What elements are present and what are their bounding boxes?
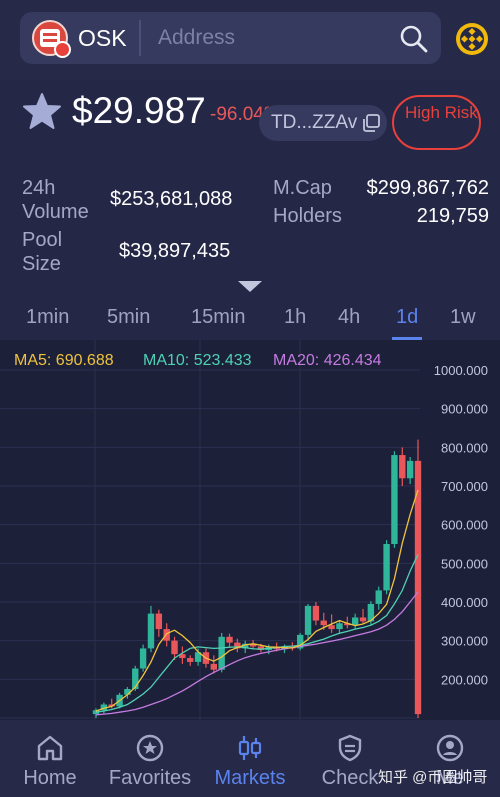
ma5-line	[95, 489, 419, 712]
y-tick-label: 300.000	[441, 634, 488, 649]
y-tick-label: 600.000	[441, 518, 488, 533]
copy-icon[interactable]	[361, 113, 381, 133]
candle-body	[139, 648, 147, 669]
y-tick-label: 1000.000	[434, 363, 488, 378]
holders-label: Holders	[273, 205, 342, 227]
address-input[interactable]	[158, 22, 378, 54]
ma10-line	[95, 554, 419, 713]
y-tick-label: 500.000	[441, 556, 488, 571]
candlestick-icon	[238, 736, 262, 760]
mcap-value: $299,867,762	[366, 177, 489, 199]
contract-address: TD...ZZAv	[271, 112, 358, 133]
candle-body	[187, 658, 194, 662]
candle-body	[163, 629, 170, 641]
candle-body	[218, 636, 225, 670]
candle-body	[359, 617, 367, 622]
candle-body	[304, 605, 312, 635]
candle-body	[155, 613, 163, 630]
tab-1w[interactable]: 1w	[450, 306, 476, 329]
candle-body	[399, 455, 406, 479]
candle-body	[383, 544, 390, 591]
header: OSK	[0, 0, 500, 80]
search-icon[interactable]	[399, 24, 429, 54]
nav-favorites[interactable]: Favorites	[100, 720, 200, 797]
tab-1d[interactable]: 1d	[396, 306, 418, 329]
candle-body	[336, 623, 343, 630]
y-tick-label: 200.000	[441, 672, 488, 687]
tab-1min[interactable]: 1min	[26, 306, 69, 329]
pool-size-label: Pool Size	[22, 229, 63, 275]
tab-5min[interactable]: 5min	[107, 306, 150, 329]
candle-body	[132, 668, 139, 689]
star-badge-icon	[136, 734, 164, 762]
volume-label: 24h Volume	[22, 177, 89, 223]
y-tick-label: 800.000	[441, 440, 488, 455]
contract-address-chip[interactable]: TD...ZZAv	[259, 105, 387, 141]
token-logo-icon[interactable]	[32, 20, 71, 58]
candle-body	[320, 620, 327, 626]
tab-4h[interactable]: 4h	[338, 306, 360, 329]
risk-badge[interactable]: High Risk	[392, 95, 481, 150]
y-tick-label: 900.000	[441, 402, 488, 417]
nav-markets[interactable]: Markets	[200, 720, 300, 797]
search-divider	[139, 20, 141, 56]
candle-body	[391, 455, 398, 544]
expand-caret-icon[interactable]	[238, 281, 262, 292]
candle-body	[406, 460, 414, 479]
chain-badge-icon	[54, 41, 71, 58]
token-symbol[interactable]: OSK	[78, 25, 127, 52]
tab-15min[interactable]: 15min	[191, 306, 245, 329]
watermark: 知乎 @币圈帅哥	[378, 769, 488, 786]
ma10-label: MA10: 523.433	[143, 352, 252, 369]
ma5-label: MA5: 690.688	[14, 352, 114, 369]
holders-value: 219,759	[416, 205, 489, 227]
home-icon	[37, 735, 63, 761]
y-tick-label: 400.000	[441, 595, 488, 610]
pool-size-value: $39,897,435	[119, 240, 231, 262]
candle-body	[351, 617, 359, 626]
candle-body	[226, 636, 233, 643]
candle-body	[210, 663, 218, 670]
nav-home[interactable]: Home	[0, 720, 100, 797]
price-change: -96.04%	[210, 104, 281, 125]
timeframe-tabs: 1min 5min 15min 1h 4h 1d 1w	[0, 300, 500, 340]
candle-body	[328, 625, 335, 630]
search-bar[interactable]: OSK	[20, 12, 441, 64]
candle-body	[312, 605, 320, 621]
ma20-label: MA20: 426.434	[273, 352, 382, 369]
bnb-chain-icon[interactable]	[455, 22, 489, 56]
candle-body	[375, 590, 382, 604]
candle-body	[147, 613, 155, 649]
tab-1h[interactable]: 1h	[284, 306, 306, 329]
y-tick-label: 700.000	[441, 479, 488, 494]
user-icon	[436, 734, 464, 762]
volume-value: $253,681,088	[110, 188, 233, 210]
shield-icon	[338, 734, 362, 762]
candlestick-chart[interactable]: 1000.000 900.000 800.000 700.000 600.000 500.…	[0, 340, 500, 720]
candle-body	[171, 640, 178, 655]
mcap-label: M.Cap	[273, 177, 332, 199]
